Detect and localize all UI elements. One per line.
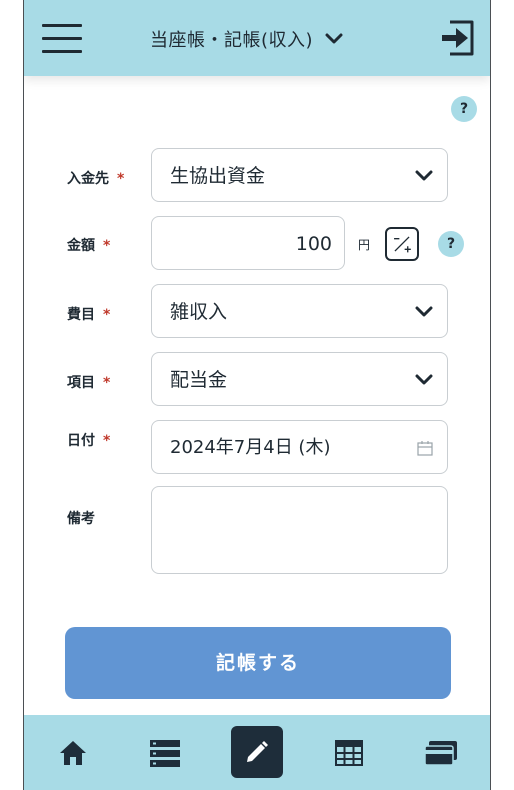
ledger-type-selector[interactable]: 当座帳・記帳(収入) — [150, 24, 343, 54]
category-value: 雑収入 — [170, 301, 228, 323]
app-frame: 当座帳・記帳(収入) ? 入金先 * 生協出資金 金額 * 100 円 ? 費目… — [23, 0, 491, 790]
payee-select[interactable]: 生協出資金 — [151, 148, 448, 202]
list-icon — [150, 740, 180, 767]
memo-label: 備考 — [67, 511, 95, 527]
currency-unit: 円 — [358, 238, 371, 252]
page-title: 当座帳・記帳(収入) — [150, 30, 314, 51]
plus-minus-toggle-button[interactable] — [385, 227, 419, 261]
nav-home[interactable] — [51, 731, 95, 775]
chevron-down-icon — [415, 306, 433, 317]
payee-value: 生協出資金 — [170, 165, 266, 187]
help-button[interactable]: ? — [451, 96, 477, 122]
chevron-down-icon — [415, 170, 433, 181]
item-label: 項目 * — [67, 375, 111, 391]
category-select[interactable]: 雑収入 — [151, 284, 448, 338]
amount-input[interactable]: 100 — [151, 216, 345, 270]
calendar-icon[interactable] — [417, 441, 433, 456]
required-mark: * — [103, 375, 111, 391]
category-label: 費目 * — [67, 307, 111, 323]
amount-label: 金額 * — [67, 238, 111, 254]
required-mark: * — [117, 171, 125, 187]
required-mark: * — [103, 307, 111, 323]
home-icon — [60, 741, 86, 765]
amount-help-button[interactable]: ? — [438, 231, 464, 257]
date-value: 2024年7月4日 (木) — [170, 437, 331, 458]
nav-table[interactable] — [327, 731, 371, 775]
chevron-down-icon — [325, 33, 343, 44]
required-mark: * — [103, 238, 111, 254]
required-mark: * — [103, 433, 111, 449]
date-label: 日付 * — [67, 433, 111, 449]
pencil-icon — [247, 741, 268, 762]
submit-entry-button[interactable]: 記帳する — [65, 627, 451, 699]
table-icon — [335, 740, 363, 766]
amount-value: 100 — [295, 233, 332, 255]
item-value: 配当金 — [170, 369, 228, 391]
nav-entry[interactable] — [231, 726, 283, 778]
credit-card-icon — [424, 741, 457, 766]
nav-list[interactable] — [143, 731, 187, 775]
memo-textarea[interactable] — [151, 486, 448, 574]
nav-card[interactable] — [419, 731, 463, 775]
bottom-nav — [24, 715, 490, 790]
item-select[interactable]: 配当金 — [151, 352, 448, 406]
hamburger-menu-icon[interactable] — [42, 24, 82, 54]
chevron-down-icon — [415, 374, 433, 385]
payee-label: 入金先 * — [67, 171, 125, 187]
date-input[interactable]: 2024年7月4日 (木) — [151, 420, 448, 474]
header-bar: 当座帳・記帳(収入) — [24, 0, 490, 76]
logout-icon[interactable] — [442, 20, 476, 56]
